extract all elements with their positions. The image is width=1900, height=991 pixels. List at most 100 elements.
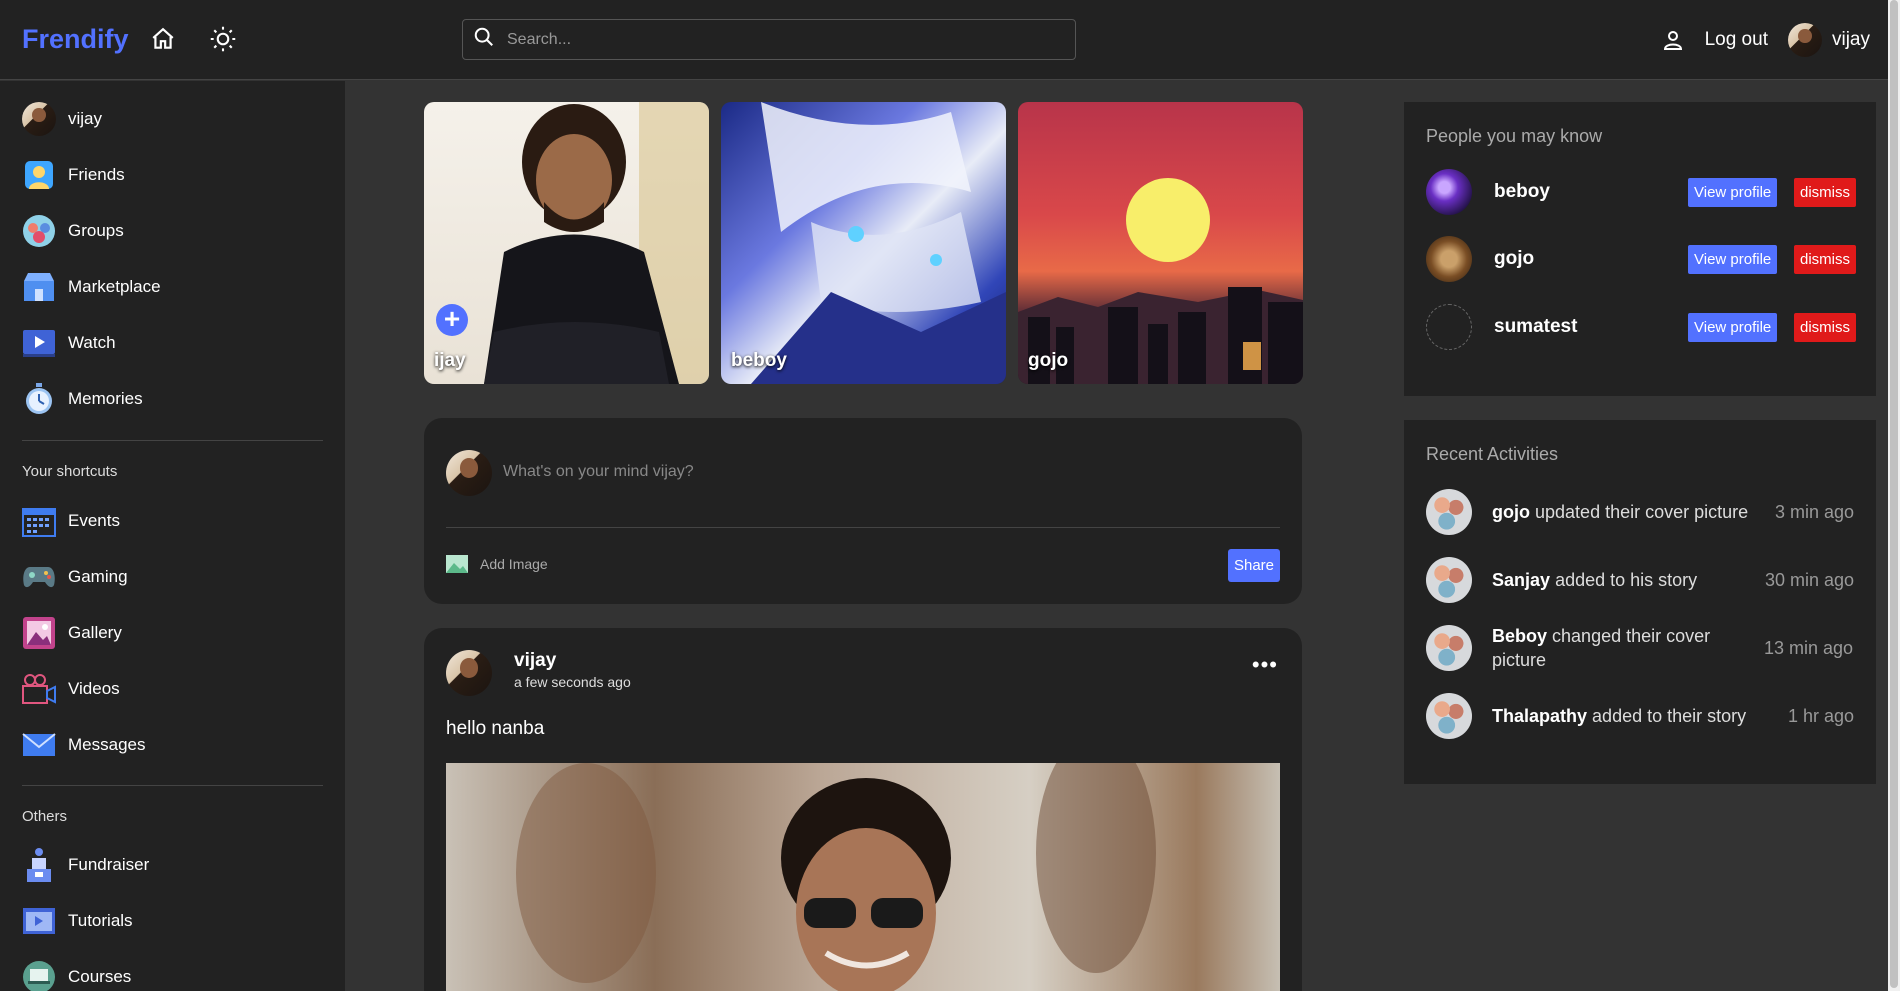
sidebar-item-label: Videos: [68, 679, 120, 698]
sidebar-item-label: vijay: [68, 109, 103, 128]
sidebar-item-groups[interactable]: Groups: [22, 211, 124, 251]
story-image: [1018, 178, 1303, 384]
panel-title: People you may know: [1426, 126, 1603, 146]
activity-item[interactable]: Thalapathy added to their story 1 hr ago: [1426, 692, 1854, 740]
sidebar-item-label: Groups: [68, 221, 124, 240]
story-name: gojo: [1028, 350, 1069, 371]
activity-user: Beboy: [1492, 626, 1548, 646]
composer-input[interactable]: What's on your mind vijay?: [503, 463, 694, 481]
recent-activities-panel: Recent Activities gojo updated their cov…: [1404, 420, 1876, 784]
activity-time: 13 min ago: [1764, 638, 1854, 658]
user-icon[interactable]: [1661, 28, 1685, 52]
sidebar-item-label: Fundraiser: [68, 855, 150, 874]
courses-icon: [22, 960, 56, 991]
marketplace-icon: [22, 270, 56, 304]
sidebar-item-label: Gallery: [68, 623, 122, 642]
broken-image-icon: [1426, 304, 1472, 350]
view-profile-button[interactable]: View profile: [1688, 244, 1778, 274]
add-story-button[interactable]: +: [436, 304, 468, 336]
calendar-icon: [22, 504, 56, 538]
search-input[interactable]: [507, 30, 1047, 49]
sidebar-item-label: Marketplace: [68, 277, 161, 296]
activity-time: 1 hr ago: [1787, 706, 1854, 726]
profile-menu[interactable]: vijay: [1787, 23, 1870, 57]
post-time: a few seconds ago: [514, 674, 631, 690]
home-icon[interactable]: [148, 24, 178, 54]
post-image[interactable]: [446, 763, 1280, 991]
suggestion-name[interactable]: gojo: [1494, 248, 1684, 270]
sidebar-item-fundraiser[interactable]: Fundraiser: [22, 845, 149, 885]
story-card[interactable]: gojo: [1018, 102, 1303, 384]
sidebar-item-label: Watch: [68, 333, 116, 352]
story-card[interactable]: + ijay: [424, 102, 709, 384]
search-bar[interactable]: [462, 19, 1076, 60]
sidebar-item-marketplace[interactable]: Marketplace: [22, 267, 161, 307]
sidebar-item-events[interactable]: Events: [22, 501, 120, 541]
composer-divider: [446, 527, 1280, 528]
sidebar-item-messages[interactable]: Messages: [22, 725, 145, 765]
friends-icon: [22, 158, 56, 192]
avatar: [22, 102, 56, 136]
post-composer: What's on your mind vijay? Add Image Sha…: [424, 418, 1302, 604]
sidebar-item-label: Friends: [68, 165, 125, 184]
activity-time: 30 min ago: [1764, 570, 1854, 590]
sidebar-item-gallery[interactable]: Gallery: [22, 613, 122, 653]
avatar: [1426, 489, 1472, 535]
activity-item[interactable]: Beboy changed their cover picture 13 min…: [1426, 622, 1854, 674]
more-options-icon[interactable]: •••: [1252, 654, 1278, 676]
post-author[interactable]: vijay: [514, 650, 556, 672]
sidebar-divider: [22, 440, 323, 441]
page-scrollbar[interactable]: [1888, 0, 1900, 991]
sidebar-item-videos[interactable]: Videos: [22, 669, 120, 709]
sidebar-item-label: Memories: [68, 389, 143, 408]
nav-right-group: Log out vijay: [1661, 20, 1870, 60]
sidebar-item-memories[interactable]: Memories: [22, 379, 143, 419]
suggestion-name[interactable]: sumatest: [1494, 316, 1684, 338]
dismiss-button[interactable]: dismiss: [1794, 177, 1857, 207]
sidebar-item-tutorials[interactable]: Tutorials: [22, 901, 133, 941]
theme-toggle-sun-icon[interactable]: [208, 24, 238, 54]
view-profile-button[interactable]: View profile: [1688, 312, 1778, 342]
app-logo[interactable]: Frendify: [22, 24, 129, 55]
memories-icon: [22, 382, 56, 416]
story-card[interactable]: beboy: [721, 102, 1006, 384]
sidebar-item-label: Courses: [68, 967, 132, 986]
sidebar-item-profile[interactable]: vijay: [22, 99, 102, 139]
activity-item[interactable]: gojo updated their cover picture 3 min a…: [1426, 488, 1854, 536]
header-username: vijay: [1831, 29, 1870, 50]
activity-action: updated their cover picture: [1535, 502, 1749, 522]
sidebar-item-label: Gaming: [68, 567, 128, 586]
avatar: [1426, 236, 1472, 282]
top-navbar: Frendify Log out vijay: [0, 0, 1900, 80]
sidebar-item-label: Events: [68, 511, 120, 530]
activity-user: Thalapathy: [1492, 706, 1588, 726]
view-profile-button[interactable]: View profile: [1688, 177, 1778, 207]
story-image: [751, 102, 1006, 384]
sidebar-item-gaming[interactable]: Gaming: [22, 557, 128, 597]
people-you-may-know-panel: People you may know beboy View profile d…: [1404, 102, 1876, 396]
shortcuts-heading: Your shortcuts: [22, 463, 118, 480]
sidebar-item-watch[interactable]: Watch: [22, 323, 116, 363]
logout-button[interactable]: Log out: [1705, 29, 1768, 51]
tutorials-icon: [22, 904, 56, 938]
scrollbar-thumb[interactable]: [1890, 0, 1898, 988]
suggestion-row: gojo View profile dismiss: [1426, 236, 1857, 282]
post-card: vijay a few seconds ago ••• hello nanba: [424, 628, 1302, 991]
dismiss-button[interactable]: dismiss: [1794, 244, 1857, 274]
activity-user: gojo: [1492, 502, 1530, 522]
suggestion-name[interactable]: beboy: [1494, 181, 1684, 203]
watch-icon: [22, 326, 56, 360]
sidebar-item-courses[interactable]: Courses: [22, 957, 131, 991]
panel-title: Recent Activities: [1426, 444, 1559, 464]
sidebar-divider: [22, 785, 323, 786]
suggestion-row: sumatest View profile dismiss: [1426, 304, 1857, 350]
sidebar-item-friends[interactable]: Friends: [22, 155, 125, 195]
activity-time: 3 min ago: [1774, 502, 1854, 522]
activity-action: added to their story: [1592, 706, 1747, 726]
share-button[interactable]: Share: [1228, 549, 1280, 582]
dismiss-button[interactable]: dismiss: [1794, 312, 1857, 342]
gamepad-icon: [22, 560, 56, 594]
fundraiser-icon: [22, 848, 56, 882]
add-image-button[interactable]: Add Image: [446, 555, 548, 573]
activity-item[interactable]: Sanjay added to his story 30 min ago: [1426, 556, 1854, 604]
